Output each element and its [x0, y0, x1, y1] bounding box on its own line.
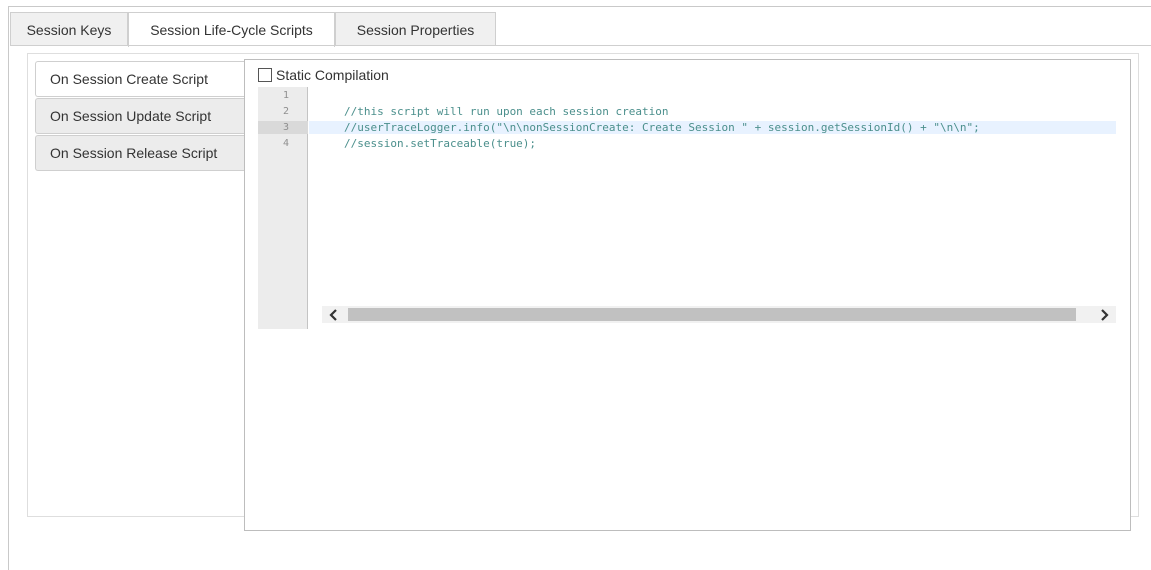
code-line[interactable]: //userTraceLogger.info("\n\nonSessionCre… [344, 121, 980, 134]
static-compilation-row[interactable]: Static Compilation [258, 66, 389, 84]
static-compilation-checkbox[interactable] [258, 68, 272, 82]
tab-session-keys[interactable]: Session Keys [10, 12, 128, 46]
tab-divider [10, 45, 1151, 46]
tab-session-life-cycle-scripts[interactable]: Session Life-Cycle Scripts [128, 12, 335, 47]
top-tab-bar: Session Keys Session Life-Cycle Scripts … [10, 12, 496, 47]
tab-session-properties[interactable]: Session Properties [335, 12, 496, 46]
code-editor[interactable]: 1 2 3 4 //this script will run upon each… [258, 87, 1116, 329]
static-compilation-label: Static Compilation [276, 67, 389, 83]
script-tab-list: On Session Create Script On Session Upda… [35, 61, 245, 172]
code-line[interactable]: //this script will run upon each session… [344, 105, 669, 118]
line-number: 1 [282, 90, 289, 101]
scrollbar-thumb[interactable] [348, 308, 1076, 321]
code-line[interactable]: //session.setTraceable(true); [344, 137, 536, 150]
line-number-gutter: 1 2 3 4 [258, 87, 308, 329]
chevron-right-icon[interactable] [1094, 306, 1114, 323]
side-tab-update-script[interactable]: On Session Update Script [35, 98, 245, 134]
line-number: 3 [282, 122, 289, 133]
chevron-left-icon[interactable] [324, 306, 344, 323]
line-number: 4 [282, 138, 289, 149]
line-number: 2 [282, 106, 289, 117]
side-tab-create-script[interactable]: On Session Create Script [35, 61, 245, 97]
horizontal-scrollbar[interactable] [322, 306, 1116, 323]
side-tab-release-script[interactable]: On Session Release Script [35, 135, 245, 171]
